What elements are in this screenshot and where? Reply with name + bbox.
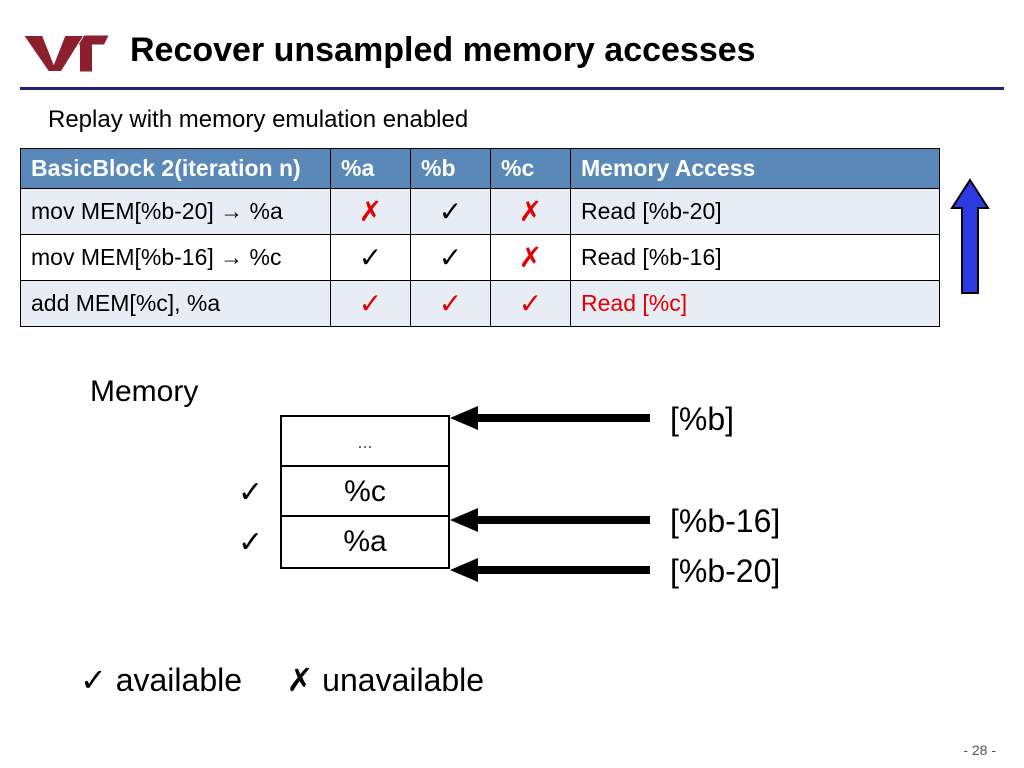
legend: ✓ available ✗ unavailable	[0, 661, 1024, 699]
page-number: - 28 -	[963, 742, 996, 758]
cell-instr: add MEM[%c], %a	[21, 281, 331, 327]
cell-instr: mov MEM[%b-20] → %a	[21, 189, 331, 235]
cell-a: ✓	[331, 235, 411, 281]
cell-c: ✗	[491, 189, 571, 235]
memory-diagram: ... %c %a ✓ ✓ [%b] [%b-16] [%b-20]	[0, 415, 1024, 645]
arrow-left-icon	[450, 403, 660, 433]
vt-logo	[20, 28, 110, 73]
table-row: add MEM[%c], %a ✓ ✓ ✓ Read [%c]	[21, 281, 940, 327]
cell-c: ✓	[491, 281, 571, 327]
col-b: %b	[411, 149, 491, 189]
up-arrow-icon	[950, 178, 990, 298]
subtitle: Replay with memory emulation enabled	[0, 106, 1024, 134]
memory-stack: ... %c %a	[280, 415, 450, 569]
cell-a: ✗	[331, 189, 411, 235]
table-row: mov MEM[%b-16] → %c ✓ ✓ ✗ Read [%b-16]	[21, 235, 940, 281]
check-icon: ✓	[80, 662, 107, 698]
cell-instr: mov MEM[%b-16] → %c	[21, 235, 331, 281]
arrow-left-icon	[450, 505, 660, 535]
col-c: %c	[491, 149, 571, 189]
pointer-label-b16: [%b-16]	[670, 503, 780, 540]
cell-mem: Read [%c]	[571, 281, 940, 327]
table-header-row: BasicBlock 2(iteration n) %a %b %c Memor…	[21, 149, 940, 189]
title-rule	[20, 87, 1004, 90]
cell-b: ✓	[411, 189, 491, 235]
stack-cell-c: %c	[282, 467, 448, 517]
slide-title: Recover unsampled memory accesses	[130, 31, 756, 70]
legend-available: available	[116, 662, 242, 698]
cell-mem: Read [%b-20]	[571, 189, 940, 235]
col-mem: Memory Access	[571, 149, 940, 189]
col-a: %a	[331, 149, 411, 189]
instruction-table: BasicBlock 2(iteration n) %a %b %c Memor…	[20, 148, 940, 327]
table-row: mov MEM[%b-20] → %a ✗ ✓ ✗ Read [%b-20]	[21, 189, 940, 235]
cell-c: ✗	[491, 235, 571, 281]
cross-icon: ✗	[286, 662, 313, 698]
pointer-label-b: [%b]	[670, 401, 734, 438]
col-instr: BasicBlock 2(iteration n)	[21, 149, 331, 189]
cell-b: ✓	[411, 235, 491, 281]
cell-mem: Read [%b-16]	[571, 235, 940, 281]
pointer-label-b20: [%b-20]	[670, 553, 780, 590]
check-icon: ✓	[238, 525, 263, 560]
arrow-left-icon	[450, 555, 660, 585]
cell-b: ✓	[411, 281, 491, 327]
stack-cell-a: %a	[282, 517, 448, 567]
check-icon: ✓	[238, 475, 263, 510]
legend-unavailable: unavailable	[322, 662, 484, 698]
cell-a: ✓	[331, 281, 411, 327]
stack-dots: ...	[282, 417, 448, 467]
